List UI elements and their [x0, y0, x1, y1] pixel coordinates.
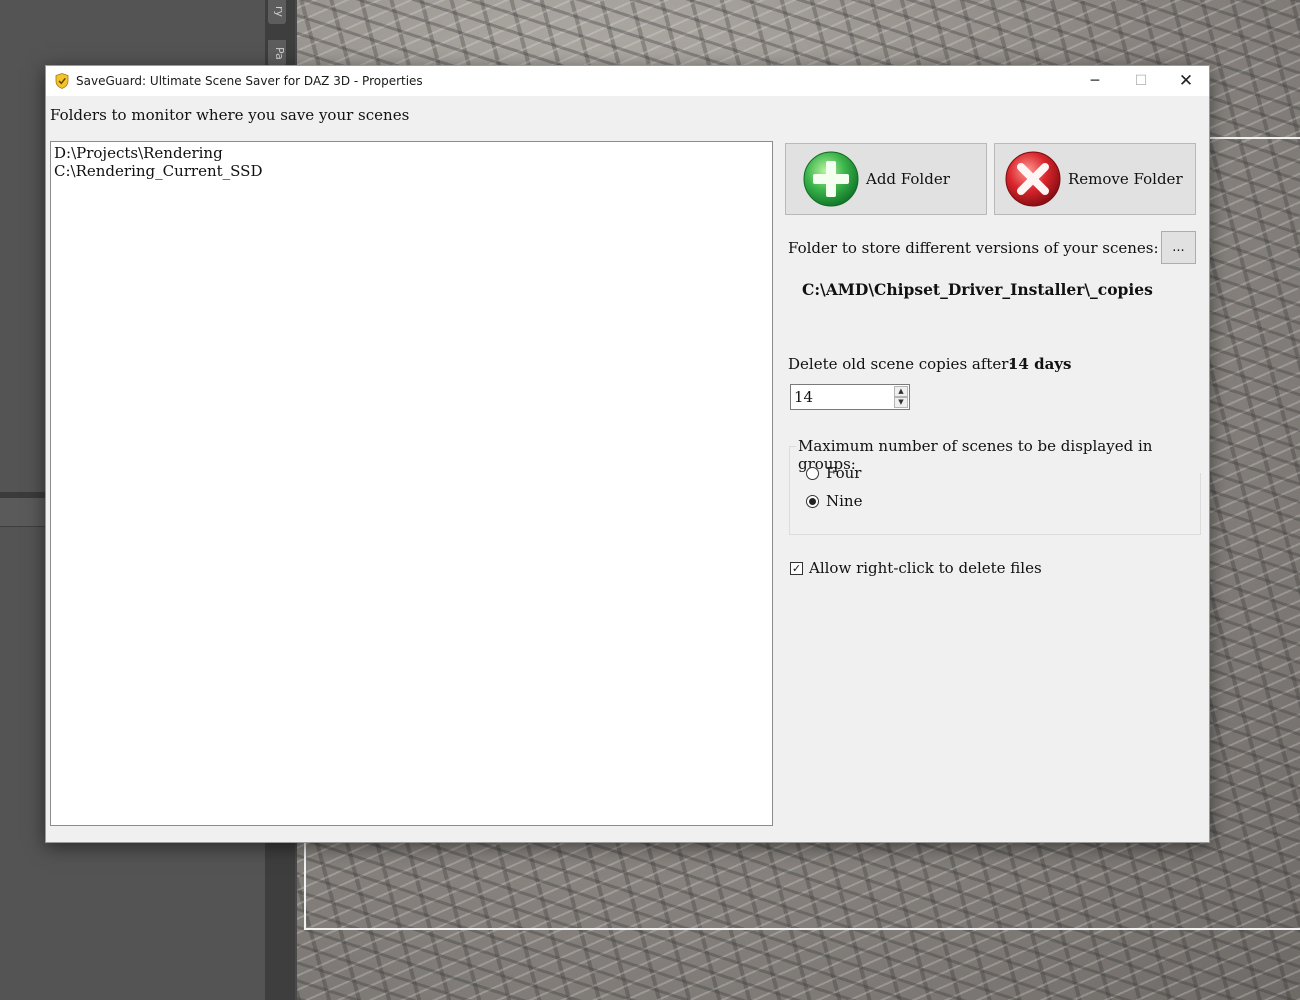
remove-icon [1005, 151, 1061, 207]
radio-nine-button[interactable] [806, 494, 819, 508]
allow-right-click-delete[interactable]: ✓ Allow right-click to delete files [790, 559, 1042, 577]
shield-check-icon [55, 73, 69, 89]
close-icon: ✕ [1178, 71, 1194, 91]
allow-right-click-label[interactable]: Allow right-click to delete files [809, 559, 1042, 577]
radio-four-button[interactable] [806, 466, 819, 480]
remove-folder-label: Remove Folder [1068, 170, 1183, 188]
list-item[interactable]: D:\Projects\Rendering [54, 144, 769, 162]
stepper-arrows[interactable]: ▲ ▼ [894, 386, 908, 408]
remove-folder-button[interactable]: Remove Folder [994, 143, 1196, 215]
store-folder-label: Folder to store different versions of yo… [788, 239, 1159, 257]
radio-four[interactable]: Four [806, 464, 861, 482]
monitored-folders-list[interactable]: D:\Projects\Rendering C:\Rendering_Curre… [50, 141, 773, 826]
browse-folder-button[interactable]: ... [1161, 231, 1196, 264]
properties-dialog: SaveGuard: Ultimate Scene Saver for DAZ … [45, 65, 1210, 843]
background-tab-2[interactable]: Pa [268, 40, 286, 66]
background-tab-1[interactable]: ry [268, 0, 286, 24]
radio-four-label[interactable]: Four [826, 464, 861, 482]
radio-nine[interactable]: Nine [806, 492, 862, 510]
monitor-folders-label: Folders to monitor where you save your s… [50, 106, 410, 124]
delete-days-stepper[interactable]: ▲ ▼ [790, 384, 910, 410]
window-title: SaveGuard: Ultimate Scene Saver for DAZ … [76, 74, 423, 88]
minimize-icon: ─ [1090, 73, 1100, 89]
maximize-button[interactable]: ☐ [1118, 66, 1164, 96]
stepper-up-icon[interactable]: ▲ [894, 386, 908, 397]
allow-right-click-checkbox[interactable]: ✓ [790, 561, 803, 575]
delete-copies-label: Delete old scene copies after: [788, 355, 1014, 373]
maximize-icon: ☐ [1134, 73, 1148, 89]
add-folder-button[interactable]: Add Folder [785, 143, 987, 215]
delete-days-input[interactable] [791, 385, 897, 409]
stepper-down-icon[interactable]: ▼ [894, 397, 908, 408]
add-icon [803, 151, 859, 207]
radio-nine-label[interactable]: Nine [826, 492, 862, 510]
store-folder-path: C:\AMD\Chipset_Driver_Installer\_copies [802, 280, 1153, 299]
list-item[interactable]: C:\Rendering_Current_SSD [54, 162, 769, 180]
close-button[interactable]: ✕ [1163, 66, 1209, 96]
minimize-button[interactable]: ─ [1072, 66, 1118, 96]
title-bar[interactable]: SaveGuard: Ultimate Scene Saver for DAZ … [46, 66, 1209, 96]
add-folder-label: Add Folder [866, 170, 950, 188]
delete-copies-value: 14 days [1008, 355, 1072, 373]
background-panel-header [0, 498, 45, 527]
